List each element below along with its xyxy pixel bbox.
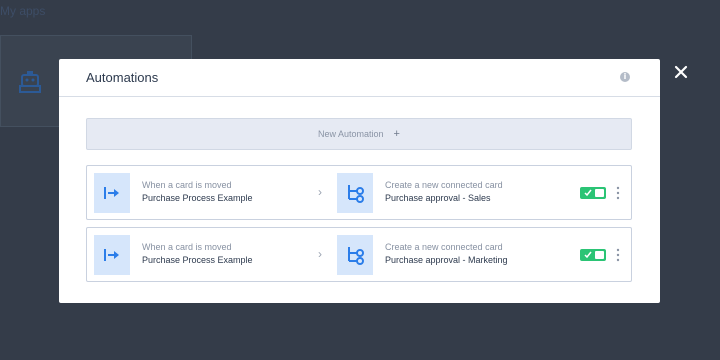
trigger-label: When a card is moved xyxy=(142,180,232,190)
chevron-right-icon: › xyxy=(318,247,322,261)
action-target: Purchase approval - Sales xyxy=(385,193,491,203)
new-automation-label: New Automation xyxy=(318,129,384,139)
move-arrow-icon xyxy=(104,249,119,261)
enable-toggle[interactable] xyxy=(580,249,606,261)
kebab-menu-icon[interactable] xyxy=(614,247,622,263)
info-icon[interactable]: i xyxy=(620,72,630,82)
automation-row[interactable]: When a card is moved Purchase Process Ex… xyxy=(86,227,632,282)
connection-icon xyxy=(348,247,364,265)
trigger-pipe: Purchase Process Example xyxy=(142,193,253,203)
plus-icon: + xyxy=(393,128,400,140)
modal-title: Automations xyxy=(86,70,159,85)
connection-icon xyxy=(348,185,364,203)
action-target: Purchase approval - Marketing xyxy=(385,255,508,265)
enable-toggle[interactable] xyxy=(580,187,606,199)
kebab-menu-icon[interactable] xyxy=(614,185,622,201)
close-icon[interactable] xyxy=(673,64,689,80)
trigger-pipe: Purchase Process Example xyxy=(142,255,253,265)
trigger-label: When a card is moved xyxy=(142,242,232,252)
check-icon xyxy=(584,251,592,259)
automations-modal: Automations i New Automation + When a ca… xyxy=(59,59,660,303)
robot-icon xyxy=(19,71,41,93)
action-icon-box xyxy=(337,235,373,275)
modal-header: Automations i xyxy=(59,59,660,97)
action-label: Create a new connected card xyxy=(385,180,503,190)
action-icon-box xyxy=(337,173,373,213)
check-icon xyxy=(584,189,592,197)
trigger-icon-box xyxy=(94,235,130,275)
toggle-knob xyxy=(595,189,604,197)
trigger-icon-box xyxy=(94,173,130,213)
background-page-title: My apps xyxy=(0,4,46,18)
toggle-knob xyxy=(595,251,604,259)
automation-row[interactable]: When a card is moved Purchase Process Ex… xyxy=(86,165,632,220)
action-label: Create a new connected card xyxy=(385,242,503,252)
chevron-right-icon: › xyxy=(318,185,322,199)
new-automation-button[interactable]: New Automation + xyxy=(86,118,632,150)
move-arrow-icon xyxy=(104,187,119,199)
